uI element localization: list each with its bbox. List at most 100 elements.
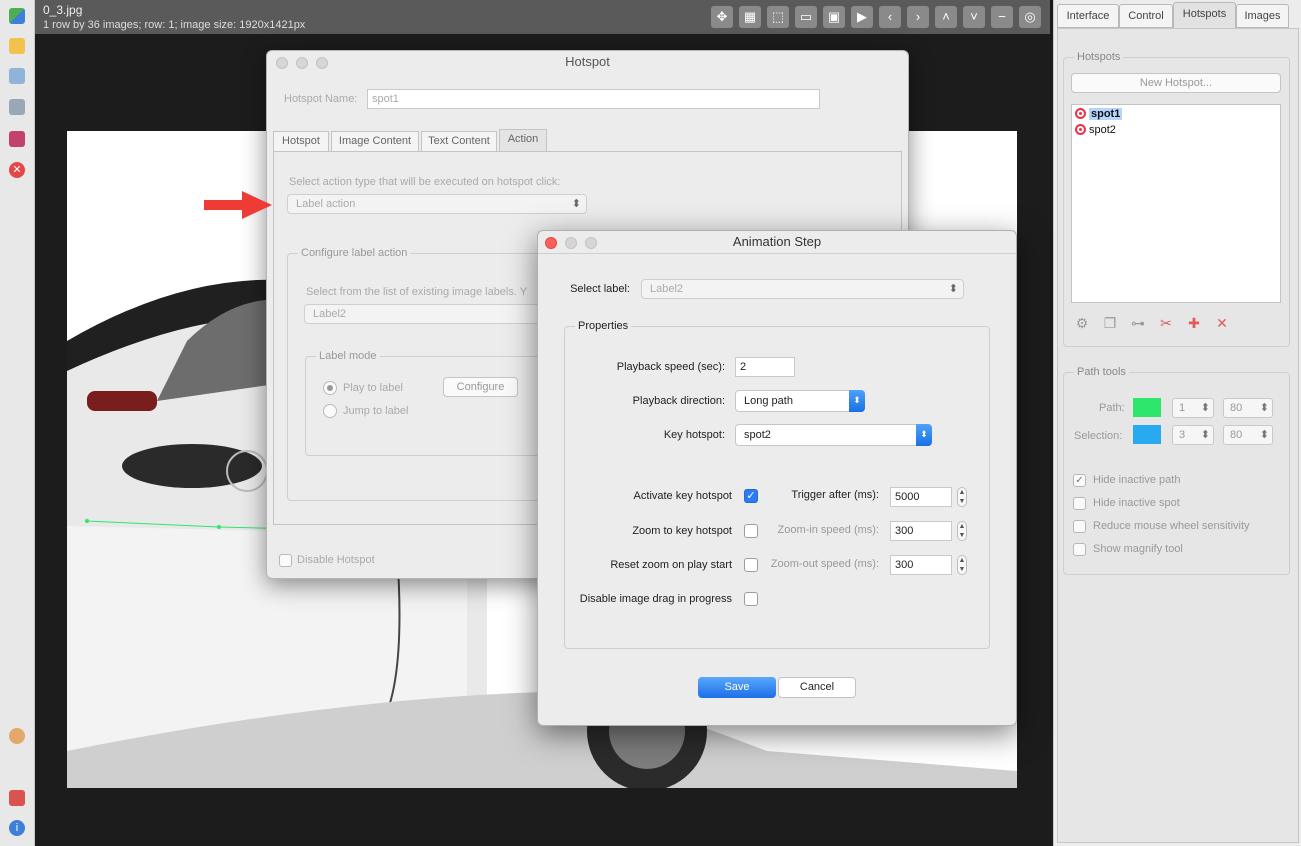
hotspot-icon <box>1075 108 1086 119</box>
path-label: Path: <box>1099 402 1125 414</box>
show-magnify-tool-checkbox[interactable] <box>1073 543 1086 556</box>
arrow-up-icon[interactable]: ˄ <box>935 6 957 28</box>
zoom-out-icon[interactable]: − <box>991 6 1013 28</box>
tab-image-content[interactable]: Image Content <box>331 131 419 152</box>
remove-icon[interactable]: ✕ <box>1214 315 1230 331</box>
duplicate-icon[interactable]: ❐ <box>1102 315 1118 331</box>
key-hotspot-popup[interactable]: spot2 ⬍ <box>735 424 932 446</box>
reduce-wheel-sensitivity-label: Reduce mouse wheel sensitivity <box>1093 520 1250 532</box>
path-opacity-stepper[interactable]: 80 <box>1223 398 1273 418</box>
import-icon[interactable] <box>9 68 25 84</box>
chevron-updown-icon: ⬍ <box>948 283 958 295</box>
close-icon[interactable]: ✕ <box>9 162 25 178</box>
disable-hotspot-checkbox[interactable] <box>279 554 292 567</box>
arrow-right-icon[interactable]: › <box>907 6 929 28</box>
path-color-swatch[interactable] <box>1133 398 1161 417</box>
title-divider <box>538 253 1016 254</box>
file-info: 1 row by 36 images; row: 1; image size: … <box>43 19 306 31</box>
reset-icon[interactable]: ◎ <box>1019 6 1041 28</box>
grid-icon[interactable]: ▦ <box>739 6 761 28</box>
tab-hotspot[interactable]: Hotspot <box>273 131 329 152</box>
label-select[interactable]: Label2 <box>304 304 544 324</box>
trigger-after-input[interactable]: 5000 <box>890 487 952 507</box>
show-magnify-tool-label: Show magnify tool <box>1093 543 1183 555</box>
chevron-updown-icon: ⬍ <box>916 424 932 446</box>
select-label-label: Select label: <box>570 283 630 295</box>
hide-inactive-path-label: Hide inactive path <box>1093 474 1181 486</box>
save-button[interactable]: Save <box>698 677 776 698</box>
new-project-icon[interactable] <box>9 8 25 24</box>
playback-direction-popup[interactable]: Long path ⬍ <box>735 390 865 412</box>
list-item[interactable]: spot1 <box>1075 107 1123 122</box>
label-mode-group: Label mode <box>305 350 545 456</box>
path-width-stepper[interactable]: 1 <box>1172 398 1214 418</box>
tab-interface[interactable]: Interface <box>1057 4 1119 28</box>
reset-zoom-label: Reset zoom on play start <box>610 559 732 571</box>
arrow-down-icon[interactable]: ˅ <box>963 6 985 28</box>
zoom-to-key-hotspot-checkbox[interactable] <box>744 524 758 538</box>
reduce-wheel-sensitivity-checkbox[interactable] <box>1073 520 1086 533</box>
disable-drag-checkbox[interactable] <box>744 592 758 606</box>
selection-color-swatch[interactable] <box>1133 425 1161 444</box>
tab-text-content[interactable]: Text Content <box>421 131 497 152</box>
playback-speed-input[interactable]: 2 <box>735 357 795 377</box>
fullscreen-icon[interactable]: ▣ <box>823 6 845 28</box>
delete-path-icon[interactable]: ✂ <box>1158 315 1174 331</box>
selection-width-stepper[interactable]: 3 <box>1172 425 1214 445</box>
hotspot-name-input[interactable]: spot1 <box>367 89 820 109</box>
play-icon[interactable]: ▶ <box>851 6 873 28</box>
hide-inactive-spot-checkbox[interactable] <box>1073 497 1086 510</box>
zoom-in-speed-input[interactable]: 300 <box>890 521 952 541</box>
animation-step-dialog: Animation Step Select label: Label2 ⬍ Pr… <box>537 230 1017 726</box>
tab-images[interactable]: Images <box>1236 4 1289 28</box>
jump-to-label-radio[interactable] <box>323 404 337 418</box>
select-label-popup[interactable]: Label2 ⬍ <box>641 279 964 299</box>
tab-control[interactable]: Control <box>1119 4 1173 28</box>
tab-action[interactable]: Action <box>499 129 547 152</box>
hotspot-list: spot1 spot2 <box>1071 104 1281 303</box>
chevron-updown-icon: ⬍ <box>849 390 865 412</box>
window-icon[interactable]: ▭ <box>795 6 817 28</box>
list-item[interactable]: spot2 <box>1075 123 1116 138</box>
export-icon[interactable] <box>9 99 25 115</box>
add-point-icon[interactable]: ✚ <box>1186 315 1202 331</box>
cancel-button[interactable]: Cancel <box>778 677 856 698</box>
hide-inactive-path-checkbox[interactable]: ✓ <box>1073 474 1086 487</box>
right-panel: Interface Control Hotspots Images Hotspo… <box>1053 0 1301 846</box>
configure-button[interactable]: Configure <box>443 377 518 397</box>
select-icon[interactable]: ⬚ <box>767 6 789 28</box>
action-type-select[interactable]: Label action ⬍ <box>287 194 587 214</box>
zoom-out-speed-input[interactable]: 300 <box>890 555 952 575</box>
activate-key-hotspot-label: Activate key hotspot <box>633 490 732 502</box>
playback-direction-label: Playback direction: <box>632 395 725 407</box>
tab-hotspots[interactable]: Hotspots <box>1173 2 1236 29</box>
chevron-updown-icon: ⬍ <box>571 198 581 210</box>
move-icon[interactable]: ✥ <box>711 6 733 28</box>
settings-icon[interactable]: ⚙ <box>1074 315 1090 331</box>
info-icon[interactable]: i <box>9 820 25 836</box>
key-hotspot-value: spot2 <box>744 429 771 441</box>
viewer-header: 0_3.jpg 1 row by 36 images; row: 1; imag… <box>35 0 1050 34</box>
hotspots-group-title: Hotspots <box>1074 51 1124 63</box>
path-tools-title: Path tools <box>1074 366 1129 378</box>
activate-key-hotspot-checkbox[interactable]: ✓ <box>744 489 758 503</box>
link-icon[interactable]: ⊶ <box>1130 315 1146 331</box>
selection-opacity-stepper[interactable]: 80 <box>1223 425 1273 445</box>
action-type-value: Label action <box>296 198 356 210</box>
red-arrow-annotation <box>204 191 272 219</box>
trigger-after-stepper[interactable]: ▲ ▼ <box>957 487 967 507</box>
zoom-in-speed-stepper[interactable]: ▲ ▼ <box>957 521 967 541</box>
user-icon[interactable] <box>9 728 25 744</box>
zoom-in-speed-label: Zoom-in speed (ms): <box>777 524 879 536</box>
hide-inactive-spot-label: Hide inactive spot <box>1093 497 1180 509</box>
new-hotspot-button[interactable]: New Hotspot... <box>1071 73 1281 93</box>
reset-zoom-checkbox[interactable] <box>744 558 758 572</box>
zoom-out-speed-stepper[interactable]: ▲ ▼ <box>957 555 967 575</box>
pdf-icon[interactable] <box>9 790 25 806</box>
save-icon[interactable] <box>9 131 25 147</box>
arrow-left-icon[interactable]: ‹ <box>879 6 901 28</box>
jump-to-label-label: Jump to label <box>343 405 409 417</box>
play-to-label-radio[interactable] <box>323 381 337 395</box>
open-folder-icon[interactable] <box>9 38 25 54</box>
disable-drag-label: Disable image drag in progress <box>579 593 732 605</box>
